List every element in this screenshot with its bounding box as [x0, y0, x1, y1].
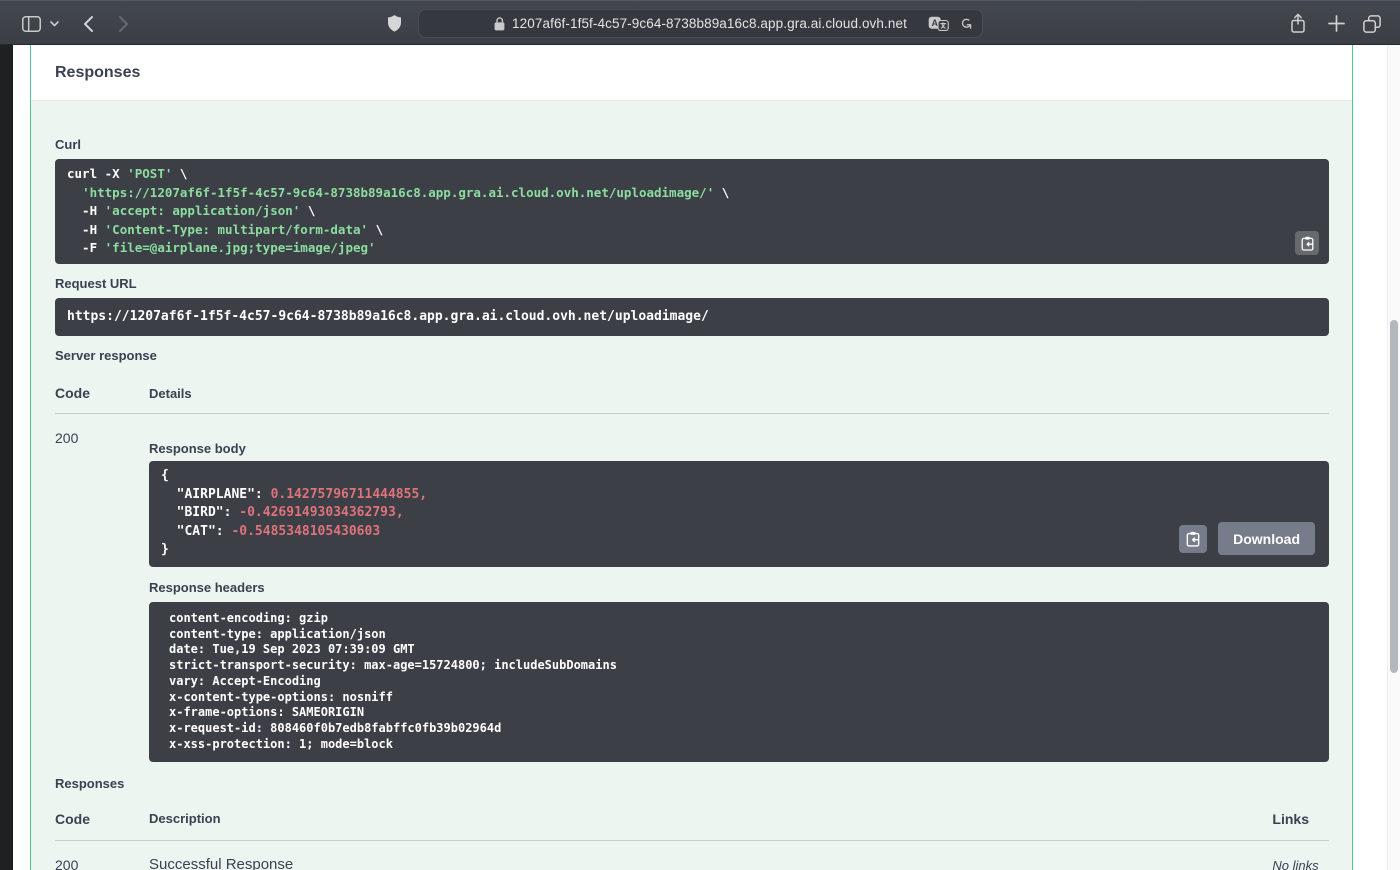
- translate-icon[interactable]: A: [928, 16, 949, 31]
- operation-body: Curl curl -X 'POST' \ 'https://1207af6f-…: [31, 101, 1352, 870]
- scrollbar-track[interactable]: [1387, 45, 1400, 870]
- code-column-header: Code: [55, 791, 149, 840]
- responses-table: Code Description Links 200 Successful Re…: [55, 791, 1329, 870]
- share-icon[interactable]: [1288, 1, 1308, 46]
- reload-icon[interactable]: ↻: [958, 17, 973, 30]
- response-details: Response body { "AIRPLANE": 0.1427579671…: [149, 414, 1329, 762]
- response-headers-label: Response headers: [149, 567, 1329, 595]
- back-icon[interactable]: [79, 1, 97, 46]
- scrollbar-thumb[interactable]: [1390, 320, 1398, 673]
- responses-list-label: Responses: [55, 762, 1329, 791]
- clipboard-copy-icon[interactable]: [1295, 231, 1319, 255]
- table-row-description: Successful Response: [149, 841, 1272, 870]
- links-column-header: Links: [1272, 791, 1329, 840]
- swagger-page: Responses Curl curl -X 'POST' \ 'https:/…: [13, 45, 1400, 870]
- lock-icon: [494, 17, 505, 31]
- forward-icon[interactable]: [114, 1, 132, 46]
- curl-label: Curl: [55, 101, 1329, 152]
- response-body: { "AIRPLANE": 0.14275796711444855, "BIRD…: [149, 461, 1329, 567]
- table-row-links: No links: [1272, 841, 1329, 870]
- new-tab-icon[interactable]: [1326, 1, 1346, 46]
- status-code: 200: [55, 414, 149, 762]
- sidebar-panel-icon[interactable]: [20, 1, 42, 46]
- post-operation-block: Responses Curl curl -X 'POST' \ 'https:/…: [30, 45, 1353, 870]
- details-column-header: Details: [149, 364, 1329, 413]
- server-response-label: Server response: [55, 336, 1329, 363]
- request-url-value: https://1207af6f-1f5f-4c57-9c64-8738b89a…: [55, 298, 1329, 336]
- request-url-label: Request URL: [55, 264, 1329, 291]
- description-column-header: Description: [149, 791, 1272, 840]
- browser-toolbar: 1207af6f-1f5f-4c57-9c64-8738b89a16c8.app…: [0, 0, 1400, 45]
- url-text: 1207af6f-1f5f-4c57-9c64-8738b89a16c8.app…: [512, 16, 907, 31]
- window-left-edge: [0, 45, 13, 870]
- svg-text:A: A: [932, 18, 939, 28]
- shield-icon[interactable]: [384, 1, 404, 46]
- download-button[interactable]: Download: [1218, 522, 1315, 555]
- responses-title: Responses: [55, 64, 140, 82]
- response-headers: content-encoding: gzipcontent-type: appl…: [149, 602, 1329, 762]
- clipboard-copy-icon[interactable]: [1179, 525, 1207, 553]
- table-row-code: 200: [55, 841, 149, 870]
- curl-command: curl -X 'POST' \ 'https://1207af6f-1f5f-…: [55, 159, 1329, 264]
- server-response-table: Code Details 200 Response body { "AIRPLA…: [55, 363, 1329, 762]
- code-column-header: Code: [55, 363, 149, 413]
- response-body-label: Response body: [149, 441, 1329, 456]
- tab-overview-icon[interactable]: [1361, 1, 1383, 46]
- chevron-down-icon[interactable]: [48, 1, 60, 46]
- address-bar[interactable]: 1207af6f-1f5f-4c57-9c64-8738b89a16c8.app…: [418, 9, 983, 38]
- responses-section-header: Responses: [31, 45, 1352, 101]
